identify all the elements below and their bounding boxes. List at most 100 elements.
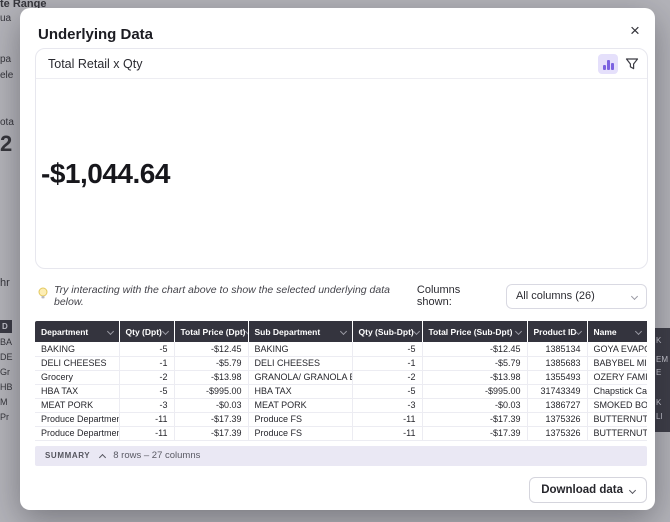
table-row[interactable]: Produce Department-11-$17.39Produce FS-1… [35, 426, 647, 440]
table-cell: -11 [119, 426, 174, 440]
table-cell: -$12.45 [422, 342, 527, 356]
lightbulb-icon [37, 287, 49, 305]
close-icon[interactable]: × [624, 20, 646, 42]
table-row[interactable]: MEAT PORK-3-$0.03MEAT PORK-3-$0.03138672… [35, 398, 647, 412]
table-cell: -2 [352, 370, 422, 384]
background-text-fragment: K [656, 398, 661, 407]
table-cell: 1385134 [527, 342, 587, 356]
sort-chevron-icon[interactable] [634, 328, 641, 335]
table-cell: -$17.39 [422, 412, 527, 426]
table-cell: GOYA EVAPO [587, 342, 647, 356]
summary-label: SUMMARY [45, 451, 90, 460]
summary-bar[interactable]: SUMMARY 8 rows – 27 columns [35, 446, 647, 466]
column-header-product-id[interactable]: Product ID [527, 321, 587, 342]
background-text-fragment: M [0, 397, 8, 407]
table-cell: BUTTERNUT [587, 426, 647, 440]
funnel-icon[interactable] [625, 57, 639, 71]
sort-chevron-icon[interactable] [514, 328, 521, 335]
background-text-fragment: BA [0, 337, 12, 347]
table-cell: -11 [352, 426, 422, 440]
chevron-down-icon [631, 292, 638, 299]
table-cell: BAKING [248, 342, 352, 356]
background-text-fragment: 2 [0, 131, 12, 157]
column-header-qty-sub-dpt-[interactable]: Qty (Sub-Dpt) [352, 321, 422, 342]
hint-row: Try interacting with the chart above to … [37, 281, 647, 311]
sort-chevron-icon[interactable] [106, 328, 113, 335]
column-header-name[interactable]: Name [587, 321, 647, 342]
column-header-qty-dpt-[interactable]: Qty (Dpt) [119, 321, 174, 342]
background-table-header-fragment: D [0, 320, 12, 333]
background-text-fragment: Gr [0, 367, 10, 377]
table-cell: OZERY FAMIL [587, 370, 647, 384]
table-cell: Grocery [35, 370, 119, 384]
underlying-data-table: DepartmentQty (Dpt)Total Price (Dpt)Sub … [35, 321, 647, 466]
table-cell: -5 [352, 384, 422, 398]
table-cell: -2 [119, 370, 174, 384]
table-cell: Produce FS [248, 426, 352, 440]
table-cell: -$995.00 [174, 384, 248, 398]
table-cell: -$17.39 [422, 426, 527, 440]
columns-shown-value: All columns (26) [516, 290, 595, 302]
background-right-panel: KEMEKLI [655, 328, 670, 432]
table-cell: MEAT PORK [248, 398, 352, 412]
chart-card-body[interactable]: -$1,044.64 [36, 79, 647, 268]
table-cell: -$5.79 [174, 356, 248, 370]
background-text-fragment: HB [0, 382, 13, 392]
table-cell: -$13.98 [174, 370, 248, 384]
table-row[interactable]: DELI CHEESES-1-$5.79DELI CHEESES-1-$5.79… [35, 356, 647, 370]
column-header-sub-department[interactable]: Sub Department [248, 321, 352, 342]
table-row[interactable]: Produce Department-11-$17.39Produce FS-1… [35, 412, 647, 426]
download-data-button[interactable]: Download data [529, 477, 647, 503]
background-text-fragment: pa [0, 54, 11, 65]
column-header-total-price-sub-dpt-[interactable]: Total Price (Sub-Dpt) [422, 321, 527, 342]
table-cell: DELI CHEESES [248, 356, 352, 370]
table-row[interactable]: BAKING-5-$12.45BAKING-5-$12.451385134GOY… [35, 342, 647, 356]
underlying-data-modal: Underlying Data × Total Retail x Qty -$1… [20, 8, 655, 510]
table-cell: 1375326 [527, 412, 587, 426]
table-cell: -5 [119, 384, 174, 398]
column-header-department[interactable]: Department [35, 321, 119, 342]
table-cell: BABYBEL MIN [587, 356, 647, 370]
chart-card-title: Total Retail x Qty [48, 57, 142, 71]
table-cell: -$0.03 [422, 398, 527, 412]
background-text-fragment: Pr [0, 412, 9, 422]
background-text-fragment: ele [0, 70, 13, 81]
sort-chevron-icon[interactable] [161, 328, 168, 335]
table-cell: -$0.03 [174, 398, 248, 412]
background-text-fragment: ua [0, 13, 11, 24]
table-cell: Produce Department [35, 426, 119, 440]
table-row[interactable]: Grocery-2-$13.98GRANOLA/ GRANOLA BARS-2-… [35, 370, 647, 384]
table-cell: Produce FS [248, 412, 352, 426]
table-cell: -$13.98 [422, 370, 527, 384]
summary-text: 8 rows – 27 columns [113, 450, 200, 461]
table-cell: MEAT PORK [35, 398, 119, 412]
table-cell: Chapstick Ca [587, 384, 647, 398]
background-text-fragment: LI [656, 412, 663, 421]
table-cell: BUTTERNUT [587, 412, 647, 426]
table-cell: 1375326 [527, 426, 587, 440]
table-cell: -1 [119, 356, 174, 370]
collapse-chevron-icon[interactable] [99, 453, 106, 460]
table-cell: -3 [352, 398, 422, 412]
bar-chart-icon[interactable] [598, 54, 618, 74]
background-text-fragment: ota [0, 117, 14, 128]
table-cell: HBA TAX [35, 384, 119, 398]
sort-chevron-icon[interactable] [339, 328, 346, 335]
columns-shown-select[interactable]: All columns (26) [506, 284, 647, 309]
column-header-total-price-dpt-[interactable]: Total Price (Dpt) [174, 321, 248, 342]
table-cell: -$17.39 [174, 426, 248, 440]
table-cell: -$17.39 [174, 412, 248, 426]
table-cell: -1 [352, 356, 422, 370]
table-cell: 1355493 [527, 370, 587, 384]
table-cell: BAKING [35, 342, 119, 356]
table-cell: 1385683 [527, 356, 587, 370]
table-cell: 1386727 [527, 398, 587, 412]
table-cell: -5 [119, 342, 174, 356]
hint-text: Try interacting with the chart above to … [54, 284, 417, 308]
sort-chevron-icon[interactable] [575, 328, 582, 335]
table-row[interactable]: HBA TAX-5-$995.00HBA TAX-5-$995.00317433… [35, 384, 647, 398]
background-text-fragment: hr [0, 277, 10, 289]
background-text-fragment: K [656, 336, 661, 345]
table-cell: DELI CHEESES [35, 356, 119, 370]
table-cell: -3 [119, 398, 174, 412]
